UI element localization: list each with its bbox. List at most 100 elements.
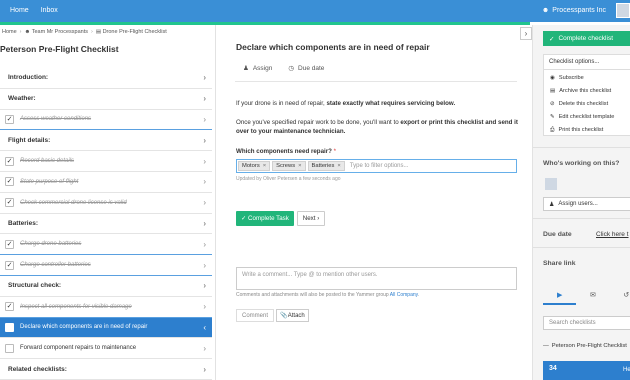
complete-checklist-button[interactable]: ✓ Complete checklist xyxy=(543,31,630,46)
components-multiselect[interactable]: Motors × Screws × Batteries × Type to filte… xyxy=(236,159,517,173)
complete-task-button[interactable]: ✓ Complete Task xyxy=(236,211,294,226)
task-title: Declare which components are in need of … xyxy=(236,42,430,52)
chevron-right-icon: › xyxy=(203,239,206,249)
tab-history[interactable]: ↺ xyxy=(610,291,630,305)
search-checklists-input[interactable]: Search checklists xyxy=(543,316,630,330)
user-avatar[interactable] xyxy=(616,3,630,18)
next-task-button[interactable]: Next › xyxy=(297,211,325,226)
pencil-icon: ✎ xyxy=(550,114,555,120)
task-label: Charge drone batteries xyxy=(20,241,82,248)
task-checkbox[interactable] xyxy=(5,343,14,353)
comments-icon: ✉ xyxy=(590,292,596,299)
divider xyxy=(533,218,630,219)
chevron-right-icon: › xyxy=(203,343,206,353)
working-title: Who's working on this? xyxy=(543,160,620,167)
task-label: State purpose of flight xyxy=(20,178,79,185)
task-label: Check commercial drone license is valid xyxy=(20,199,127,206)
due-date-label: Due date xyxy=(298,65,325,72)
comment-button[interactable]: Comment xyxy=(236,309,274,322)
chip-label: Batteries xyxy=(311,163,335,169)
section-batteries[interactable]: Batteries: › xyxy=(0,214,212,235)
chevron-right-icon: › xyxy=(203,218,206,228)
task-checkbox[interactable]: ✓ xyxy=(5,114,14,124)
section-structural-check[interactable]: Structural check: › xyxy=(0,276,212,297)
chevron-right-icon: › xyxy=(203,302,206,312)
nav-home-link[interactable]: Home xyxy=(10,7,29,14)
set-due-date-link[interactable]: Click here t xyxy=(596,231,629,238)
instruction-text: If your drone is in need of repair, xyxy=(236,100,327,107)
task-state-purpose[interactable]: ✓ State purpose of flight › xyxy=(0,172,212,193)
tab-play[interactable]: ▶ xyxy=(543,291,577,305)
task-charge-drone[interactable]: ✓ Charge drone batteries › xyxy=(0,234,212,256)
task-forward-repairs[interactable]: Forward component repairs to maintenance… xyxy=(0,338,212,360)
task-charge-controller[interactable]: ✓ Charge controller batteries › xyxy=(0,255,212,276)
chevron-right-icon: › xyxy=(203,364,206,374)
divider xyxy=(544,69,630,70)
task-detail: Declare which components are in need of … xyxy=(217,25,530,380)
task-checkbox[interactable]: ✓ xyxy=(5,302,14,312)
print-option[interactable]: ⎙ Print this checklist xyxy=(550,127,603,134)
panel-tabs: ▶ ✉ ↺ xyxy=(543,291,630,305)
options-title: Checklist options... xyxy=(549,59,600,65)
task-check-license[interactable]: ✓ Check commercial drone license is valid… xyxy=(0,193,212,214)
remove-icon[interactable]: × xyxy=(337,163,340,169)
task-label: Forward component repairs to maintenance xyxy=(20,345,137,352)
tab-comments[interactable]: ✉ xyxy=(576,291,609,305)
breadcrumb-checklist[interactable]: Drone Pre-Flight Checklist xyxy=(103,29,167,35)
task-assess-weather[interactable]: ✓ Assess weather conditions › xyxy=(0,110,212,131)
section-introduction[interactable]: Introduction: › xyxy=(0,68,212,89)
breadcrumb-home[interactable]: Home xyxy=(2,29,17,35)
complete-task-label: Complete Task xyxy=(248,215,289,222)
task-checkbox[interactable]: ✓ xyxy=(5,239,14,249)
task-checkbox[interactable] xyxy=(5,322,14,332)
chevron-right-icon: › xyxy=(19,29,22,35)
option-label: Delete this checklist xyxy=(558,101,609,107)
paperclip-icon: 📎 xyxy=(280,313,288,319)
section-weather[interactable]: Weather: › xyxy=(0,89,212,110)
checklist-sidebar: Home › ☻ Team Mr Processpants › ▤ Drone Pre-… xyxy=(0,25,216,380)
section-label: Structural check: xyxy=(8,282,62,290)
task-checkbox[interactable]: ✓ xyxy=(5,260,14,270)
delete-option[interactable]: ⊘ Delete this checklist xyxy=(550,101,608,107)
org-menu[interactable]: ☻ Processpants Inc xyxy=(542,7,606,14)
breadcrumb: Home › ☻ Team Mr Processpants › ▤ Drone Pre-… xyxy=(2,29,167,35)
assign-users-button[interactable]: ♟ Assign users... xyxy=(543,197,630,211)
updated-note: Updated by Oliver Petersen a few seconds… xyxy=(236,176,341,182)
remove-icon[interactable]: × xyxy=(263,163,266,169)
attach-button[interactable]: 📎 Attach xyxy=(276,309,309,322)
avatar[interactable] xyxy=(545,178,557,190)
chevron-right-icon: › xyxy=(203,114,206,124)
checklist-title: Peterson Pre-Flight Checklist xyxy=(0,44,119,54)
section-label: Related checklists: xyxy=(8,365,67,373)
option-label: Archive this checklist xyxy=(559,88,612,94)
assign-button[interactable]: ♟ Assign xyxy=(243,64,272,72)
help-button[interactable]: He xyxy=(623,367,630,373)
checklist-link[interactable]: — Peterson Pre-Flight Checklist xyxy=(543,343,627,349)
top-nav: Home Inbox xyxy=(10,7,58,14)
edit-template-option[interactable]: ✎ Edit checklist template xyxy=(550,114,614,120)
task-checkbox[interactable]: ✓ xyxy=(5,198,14,208)
chevron-right-icon: › xyxy=(203,260,206,270)
chevron-right-icon: › xyxy=(203,94,206,104)
remove-icon[interactable]: × xyxy=(298,163,301,169)
task-declare-repairs[interactable]: Declare which components are in need of … xyxy=(0,317,212,339)
task-label: Declare which components are in need of … xyxy=(20,324,148,331)
field-label: Which components need repair? * xyxy=(236,148,336,155)
nav-inbox-link[interactable]: Inbox xyxy=(41,7,58,14)
subscribe-option[interactable]: ◉ Subscribe xyxy=(550,75,584,81)
task-checkbox[interactable]: ✓ xyxy=(5,177,14,187)
breadcrumb-team[interactable]: Team Mr Processpants xyxy=(32,29,88,35)
due-date-button[interactable]: ◷ Due date xyxy=(288,64,324,72)
section-flight-details[interactable]: Flight details: › xyxy=(0,130,212,152)
task-inspect-components[interactable]: ✓ Inspect all components for visible dama… xyxy=(0,297,212,318)
yammer-group-link[interactable]: All Company xyxy=(390,292,418,298)
task-record-details[interactable]: ✓ Record basic details › xyxy=(0,151,212,172)
org-name: Processpants Inc xyxy=(552,7,606,14)
filter-input[interactable]: Type to filter options... xyxy=(350,163,409,169)
attach-label: Attach xyxy=(287,312,305,319)
right-panel: ✓ Complete checklist Checklist options...… xyxy=(532,25,630,380)
comment-input[interactable]: Write a comment... Type @ to mention oth… xyxy=(236,267,517,290)
task-checkbox[interactable]: ✓ xyxy=(5,156,14,166)
archive-option[interactable]: ▤ Archive this checklist xyxy=(550,88,611,94)
section-related-checklists[interactable]: Related checklists: › xyxy=(0,359,212,380)
